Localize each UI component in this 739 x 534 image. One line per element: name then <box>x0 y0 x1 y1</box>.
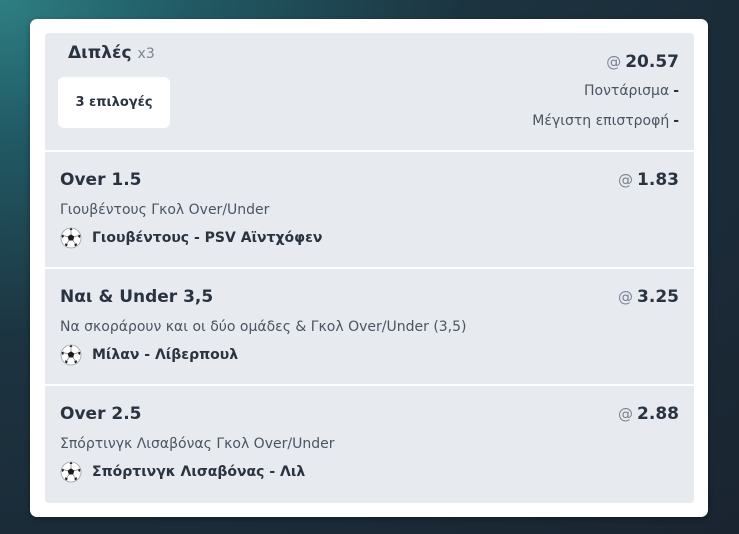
bet-type-label: Διπλές <box>68 43 132 63</box>
selection-event: Σπόρτινγκ Λισαβόνας - Λιλ <box>60 461 305 483</box>
event-name: Σπόρτινγκ Λισαβόνας - Λιλ <box>92 464 306 480</box>
selection-event: Γιουβέντους - PSV Αϊντχόφεν <box>60 227 322 249</box>
event-name: Μίλαν - Λίβερπουλ <box>92 347 239 363</box>
stake-row: Ποντάρισμα - <box>584 83 679 99</box>
bet-multiplier: x3 <box>137 46 155 62</box>
selection-market: Over 2.5 <box>60 404 142 424</box>
total-odds: @20.57 <box>606 52 679 72</box>
stake-value: - <box>673 83 679 99</box>
stake-label: Ποντάρισμα <box>583 83 670 99</box>
odds-prefix: @ <box>606 53 622 71</box>
soccer-ball-icon <box>60 344 82 366</box>
odds-prefix: @ <box>618 288 634 306</box>
selection-description: Γιουβέντους Γκολ Over/Under <box>60 202 270 218</box>
max-return-label: Μέγιστη επιστροφή <box>532 113 670 129</box>
selections-count-button[interactable]: 3 επιλογές <box>58 77 170 128</box>
max-return-value: - <box>673 113 679 129</box>
selection-odds: @1.83 <box>618 170 679 190</box>
selection-description: Σπόρτινγκ Λισαβόνας Γκολ Over/Under <box>60 436 335 452</box>
soccer-ball-icon <box>60 461 82 483</box>
bet-type-title: Διπλές x3 <box>68 43 155 63</box>
selection-odds-value: 3.25 <box>637 287 679 307</box>
max-return-row: Μέγιστη επιστροφή - <box>532 113 679 129</box>
betslip-card: Διπλές x3 3 επιλογές @20.57 Ποντάρισμα - Μ… <box>30 19 708 517</box>
bet-summary: Διπλές x3 3 επιλογές @20.57 Ποντάρισμα - Μ… <box>45 33 694 151</box>
selection-item: Over 1.5 @1.83 Γιουβέντους Γκολ Over/Und… <box>45 150 694 269</box>
selection-odds: @2.88 <box>618 404 679 424</box>
soccer-ball-icon <box>60 227 82 249</box>
total-odds-value: 20.57 <box>625 52 679 72</box>
selection-market: Over 1.5 <box>60 170 142 190</box>
selection-market: Ναι & Under 3,5 <box>60 287 214 307</box>
betslip-panel: Διπλές x3 3 επιλογές @20.57 Ποντάρισμα - Μ… <box>45 33 694 503</box>
selection-description: Να σκοράρουν και οι δύο ομάδες & Γκολ Ov… <box>60 319 467 335</box>
event-name: Γιουβέντους - PSV Αϊντχόφεν <box>92 230 323 246</box>
selection-item: Ναι & Under 3,5 @3.25 Να σκοράρουν και ο… <box>45 267 694 386</box>
odds-prefix: @ <box>618 405 634 423</box>
selection-event: Μίλαν - Λίβερπουλ <box>60 344 238 366</box>
selection-odds-value: 1.83 <box>637 170 679 190</box>
selection-odds-value: 2.88 <box>637 404 679 424</box>
selection-item: Over 2.5 @2.88 Σπόρτινγκ Λισαβόνας Γκολ … <box>45 384 694 503</box>
odds-prefix: @ <box>618 171 634 189</box>
selection-odds: @3.25 <box>618 287 679 307</box>
